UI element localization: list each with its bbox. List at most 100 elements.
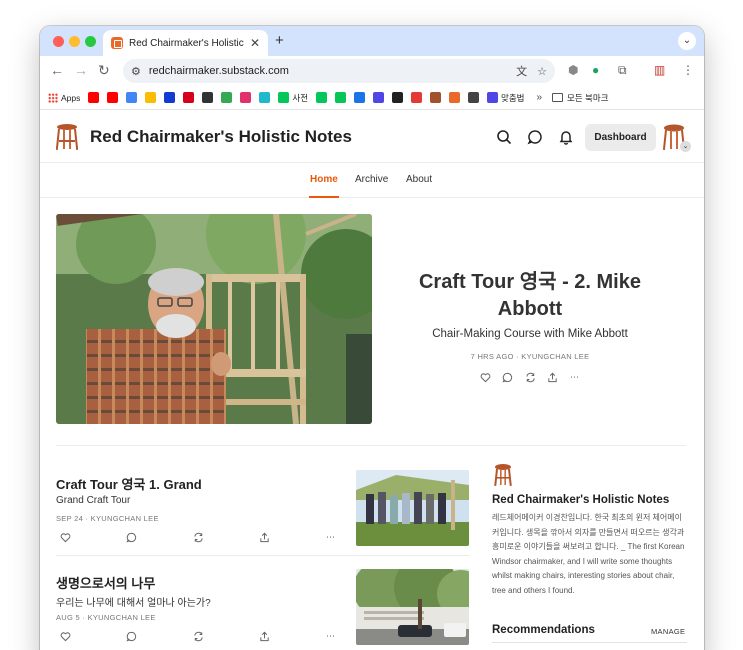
substack-page: Red Chairmaker's Holistic Notes Dashboar… xyxy=(40,111,704,650)
bookmarks-bar: Apps 사전 맞춤법 » 모든 북마크 xyxy=(40,86,704,110)
avatar-chevron-down-icon[interactable]: ⌄ xyxy=(680,141,691,152)
bookmark-item[interactable] xyxy=(240,92,252,103)
bookmark-item[interactable] xyxy=(316,92,328,103)
tab-close-icon[interactable]: ✕ xyxy=(250,36,260,50)
nav-about[interactable]: About xyxy=(406,174,432,185)
address-bar[interactable]: ⚙ redchairmaker.substack.com 文 ☆ xyxy=(123,59,555,83)
post-thumbnail[interactable] xyxy=(356,470,469,546)
bell-icon[interactable] xyxy=(558,129,574,145)
bookmark-item[interactable] xyxy=(221,92,233,103)
restack-icon[interactable] xyxy=(193,631,204,642)
restack-icon[interactable] xyxy=(193,532,204,543)
bookmark-item[interactable] xyxy=(183,92,195,103)
hero-title[interactable]: Craft Tour 영국 - 2. Mike Abbott xyxy=(390,269,670,323)
chat-icon[interactable] xyxy=(527,129,543,145)
post-title[interactable]: Craft Tour 영국 1. Grand xyxy=(56,474,202,493)
comment-icon[interactable] xyxy=(126,532,137,543)
forward-arrow-icon[interactable]: → xyxy=(74,63,88,77)
bookmark-item[interactable] xyxy=(202,92,214,103)
hero-actions: ⋯ xyxy=(480,372,580,383)
manage-link[interactable]: MANAGE xyxy=(651,627,685,636)
reload-icon[interactable]: ↻ xyxy=(98,63,110,77)
close-window-button[interactable] xyxy=(53,36,64,47)
bookmark-item[interactable] xyxy=(335,92,347,103)
browser-window: Red Chairmaker's Holistic No ✕ + ⌄ ← → ↻… xyxy=(40,26,704,650)
share-icon[interactable] xyxy=(259,532,270,543)
nav-active-underline xyxy=(309,196,339,198)
post-title[interactable]: 생명으로서의 나무 xyxy=(56,573,155,592)
bookmark-item[interactable] xyxy=(126,92,138,103)
dashboard-button[interactable]: Dashboard xyxy=(585,124,656,151)
bookmark-item[interactable] xyxy=(145,92,157,103)
bookmark-item[interactable] xyxy=(411,92,423,103)
red-app-icon xyxy=(411,92,423,103)
like-heart-icon[interactable] xyxy=(480,372,491,383)
bookmark-item[interactable] xyxy=(107,92,119,103)
share-icon[interactable] xyxy=(259,631,270,642)
tab-title: Red Chairmaker's Holistic No xyxy=(129,37,246,49)
bookmark-item[interactable] xyxy=(164,92,176,103)
bookmark-item[interactable] xyxy=(449,92,461,103)
more-options-icon[interactable]: ⋯ xyxy=(569,372,580,383)
chatgpt-icon xyxy=(468,92,480,103)
new-tab-button[interactable]: + xyxy=(275,32,284,49)
bookmark-item[interactable] xyxy=(373,92,385,103)
more-options-icon[interactable]: ⋯ xyxy=(325,532,336,543)
m-icon xyxy=(183,92,195,103)
more-options-icon[interactable]: ⋯ xyxy=(325,631,336,642)
youtube-icon xyxy=(88,92,100,103)
extension-green-icon[interactable]: ● xyxy=(592,64,599,76)
keep-icon xyxy=(145,92,157,103)
bookmark-item[interactable]: 사전 xyxy=(278,92,308,104)
sidebar-publication-title[interactable]: Red Chairmaker's Holistic Notes xyxy=(492,494,669,506)
bookmark-item[interactable]: 맞춤법 xyxy=(487,92,524,104)
comment-icon[interactable] xyxy=(126,631,137,642)
hero-image[interactable] xyxy=(56,214,372,424)
post-thumbnail[interactable] xyxy=(356,569,469,645)
bookmark-item[interactable] xyxy=(354,92,366,103)
extensions-puzzle-icon[interactable]: ⧉ xyxy=(618,64,627,76)
like-heart-icon[interactable] xyxy=(60,532,71,543)
substack-favicon-icon xyxy=(111,37,123,49)
browser-menu-icon[interactable]: ⋮ xyxy=(682,64,694,76)
sidebar-chair-logo-icon[interactable] xyxy=(494,463,512,487)
minimize-window-button[interactable] xyxy=(69,36,80,47)
bookmark-item[interactable]: Apps xyxy=(48,92,80,103)
site-settings-icon[interactable]: ⚙ xyxy=(131,65,141,78)
nav-home[interactable]: Home xyxy=(310,174,338,185)
hero-meta: 7 HRS AGO · KYUNGCHAN LEE xyxy=(470,352,590,361)
share-icon[interactable] xyxy=(547,372,558,383)
post-actions: ⋯ xyxy=(60,532,336,543)
restack-icon[interactable] xyxy=(525,372,536,383)
extension-shield-icon[interactable]: ⬢ xyxy=(568,64,578,76)
post-subtitle: Grand Craft Tour xyxy=(56,495,131,506)
spellcheck-icon xyxy=(487,92,499,103)
url-text[interactable]: redchairmaker.substack.com xyxy=(149,65,506,77)
more-bookmarks-chevron-icon[interactable]: » xyxy=(536,92,542,103)
naver-dict-icon xyxy=(278,92,290,103)
back-arrow-icon[interactable]: ← xyxy=(50,63,64,77)
bookmark-item[interactable] xyxy=(392,92,404,103)
bookmark-item[interactable] xyxy=(430,92,442,103)
bookmark-item[interactable] xyxy=(259,92,271,103)
profile-chair-icon[interactable]: ▥ xyxy=(654,64,665,76)
active-tab[interactable]: Red Chairmaker's Holistic No ✕ xyxy=(103,30,268,56)
search-icon[interactable] xyxy=(496,129,512,145)
site-title[interactable]: Red Chairmaker's Holistic Notes xyxy=(90,127,352,147)
tab-search-chevron-icon[interactable]: ⌄ xyxy=(678,32,696,50)
translate-icon[interactable]: 文 xyxy=(516,63,527,79)
comment-icon[interactable] xyxy=(502,372,513,383)
like-heart-icon[interactable] xyxy=(60,631,71,642)
bookmark-item[interactable] xyxy=(88,92,100,103)
bookmark-item[interactable] xyxy=(468,92,480,103)
bookmark-label: 사전 xyxy=(292,92,309,103)
section-divider xyxy=(56,445,686,446)
play-icon xyxy=(221,92,233,103)
all-bookmarks-folder[interactable]: 모든 북마크 xyxy=(552,92,609,104)
bookmark-star-icon[interactable]: ☆ xyxy=(537,65,547,78)
maximize-window-button[interactable] xyxy=(85,36,96,47)
dots-icon xyxy=(392,92,404,103)
nav-archive[interactable]: Archive xyxy=(355,174,388,185)
recommendations-heading: Recommendations xyxy=(492,624,595,636)
red-chair-logo-icon[interactable] xyxy=(56,123,78,151)
